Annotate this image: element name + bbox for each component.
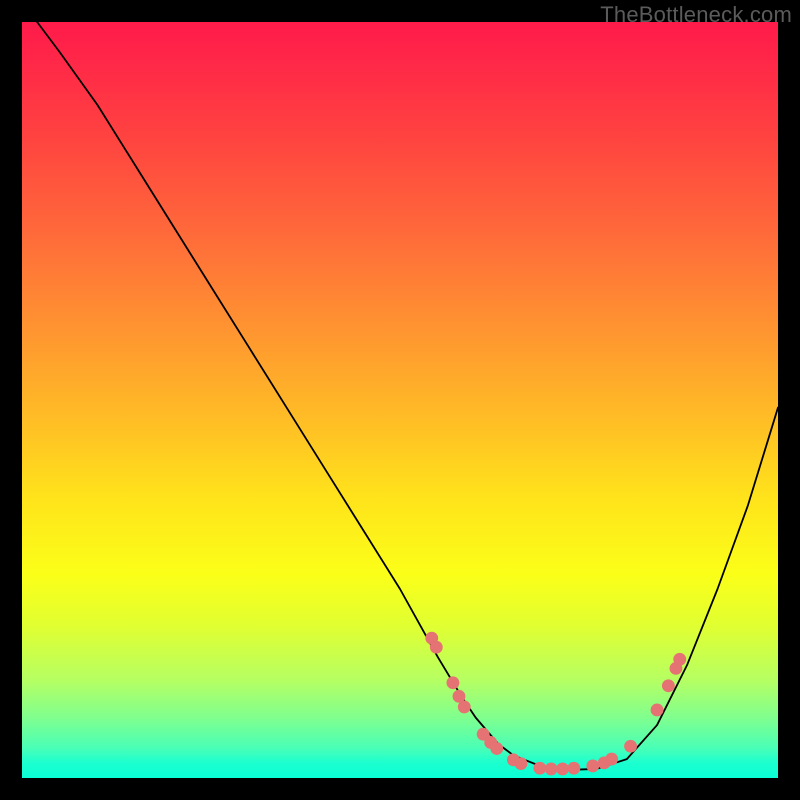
marker-dot — [533, 762, 546, 775]
marker-dot — [515, 757, 528, 770]
marker-dot — [567, 762, 580, 775]
marker-group — [425, 632, 686, 776]
curve-line — [37, 22, 778, 770]
marker-dot — [605, 753, 618, 766]
watermark-label: TheBottleneck.com — [600, 2, 792, 28]
marker-dot — [446, 676, 459, 689]
marker-dot — [458, 701, 471, 714]
marker-dot — [556, 763, 569, 776]
marker-dot — [651, 704, 664, 717]
marker-dot — [545, 763, 558, 776]
marker-dot — [673, 653, 686, 666]
chart-svg — [22, 22, 778, 778]
chart-container: TheBottleneck.com — [0, 0, 800, 800]
marker-dot — [490, 742, 503, 755]
plot-area — [22, 22, 778, 778]
marker-dot — [430, 641, 443, 654]
marker-dot — [624, 740, 637, 753]
marker-dot — [586, 759, 599, 772]
marker-dot — [662, 679, 675, 692]
